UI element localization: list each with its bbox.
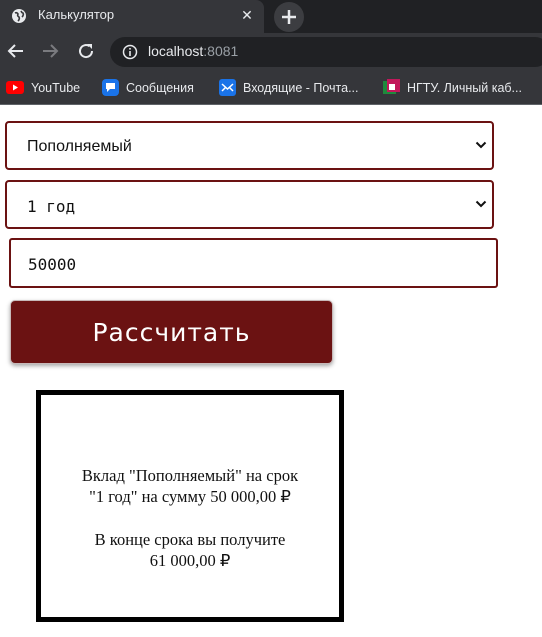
back-arrow-icon[interactable] [6, 41, 26, 61]
tab-title: Калькулятор [38, 7, 115, 22]
amount-input[interactable]: 50000 [9, 238, 498, 288]
address-bar[interactable]: localhost:8081 [110, 37, 542, 67]
bookmarks-bar: YouTube Сообщения Входящие - Почта... НГ… [0, 71, 542, 105]
browser-toolbar: localhost:8081 [0, 33, 542, 71]
reload-icon[interactable] [76, 41, 96, 61]
plus-icon [282, 10, 296, 24]
result-box: Вклад "Пополняемый" на срок "1 год" на с… [36, 390, 344, 622]
url-text: localhost:8081 [148, 43, 239, 59]
mail-icon [219, 79, 236, 96]
info-icon[interactable] [122, 44, 138, 60]
tab-strip: Калькулятор ✕ [0, 0, 542, 33]
globe-icon [12, 9, 26, 23]
forward-arrow-icon[interactable] [40, 41, 60, 61]
chevron-down-icon [475, 200, 487, 208]
deposit-type-value: Пополняемый [27, 138, 132, 155]
youtube-icon [6, 81, 24, 94]
term-select[interactable]: 1 год [5, 180, 494, 229]
close-tab-icon[interactable]: ✕ [238, 6, 256, 24]
result-deposit-summary: Вклад "Пополняемый" на срок "1 год" на с… [81, 466, 299, 506]
calculate-button[interactable]: Рассчитать [10, 300, 333, 364]
result-payout: В конце срока вы получите 61 000,00 ₽ [94, 530, 286, 570]
term-value: 1 год [27, 197, 76, 216]
new-tab-button[interactable] [274, 2, 304, 32]
chevron-down-icon [475, 141, 487, 149]
bookmark-youtube[interactable]: YouTube [6, 71, 80, 104]
bookmark-messages[interactable]: Сообщения [102, 71, 194, 104]
bookmark-mail[interactable]: Входящие - Почта... [219, 71, 359, 104]
messages-icon [102, 79, 119, 96]
ngtu-icon [383, 79, 400, 94]
bookmark-ngtu[interactable]: НГТУ. Личный каб... [383, 71, 522, 104]
amount-value: 50000 [28, 255, 77, 274]
browser-tab[interactable]: Калькулятор ✕ [0, 0, 264, 33]
deposit-type-select[interactable]: Пополняемый [5, 121, 494, 170]
